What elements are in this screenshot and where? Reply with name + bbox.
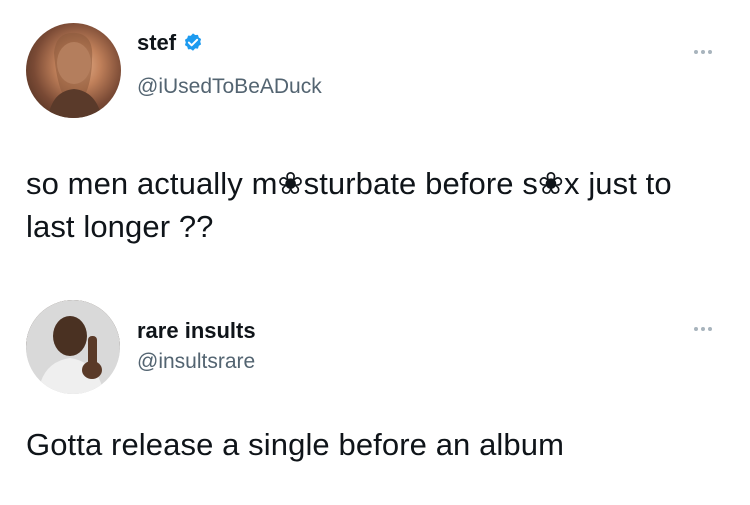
display-name[interactable]: stef <box>137 30 176 56</box>
verified-badge-icon <box>185 33 202 51</box>
dot <box>694 327 698 331</box>
tweet-card-2[interactable]: rare insults @insultsrare Gotta release … <box>0 285 750 505</box>
tweet-text: Gotta release a single before an album <box>26 427 565 462</box>
avatar[interactable] <box>26 23 121 118</box>
dot <box>708 50 712 54</box>
tweet-text: so men actually m❀sturbate before s❀x ju… <box>26 166 672 244</box>
avatar[interactable] <box>26 300 120 394</box>
more-options-icon[interactable] <box>694 48 716 56</box>
avatar-photo <box>26 300 120 394</box>
author-row: rare insults <box>137 318 256 344</box>
dot <box>708 327 712 331</box>
more-options-icon[interactable] <box>694 325 716 333</box>
tweet-card-1[interactable]: stef @iUsedToBeADuck so men actually m❀s… <box>0 0 750 285</box>
user-handle[interactable]: @iUsedToBeADuck <box>137 75 322 99</box>
display-name[interactable]: rare insults <box>137 318 256 344</box>
dot <box>694 50 698 54</box>
dot <box>701 327 705 331</box>
dot <box>701 50 705 54</box>
avatar-photo <box>48 32 102 118</box>
user-handle[interactable]: @insultsrare <box>137 350 255 374</box>
author-row: stef <box>137 30 204 56</box>
